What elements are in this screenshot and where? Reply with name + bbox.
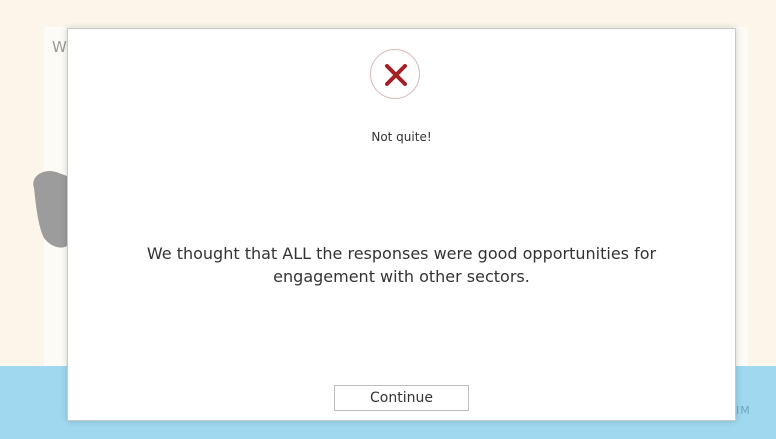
feedback-heading: Not quite!	[371, 130, 432, 144]
feedback-dialog: Not quite! We thought that ALL the respo…	[67, 28, 736, 421]
continue-button[interactable]: Continue	[334, 385, 469, 411]
close-icon	[370, 49, 420, 99]
feedback-message: We thought that ALL the responses were g…	[146, 244, 657, 286]
